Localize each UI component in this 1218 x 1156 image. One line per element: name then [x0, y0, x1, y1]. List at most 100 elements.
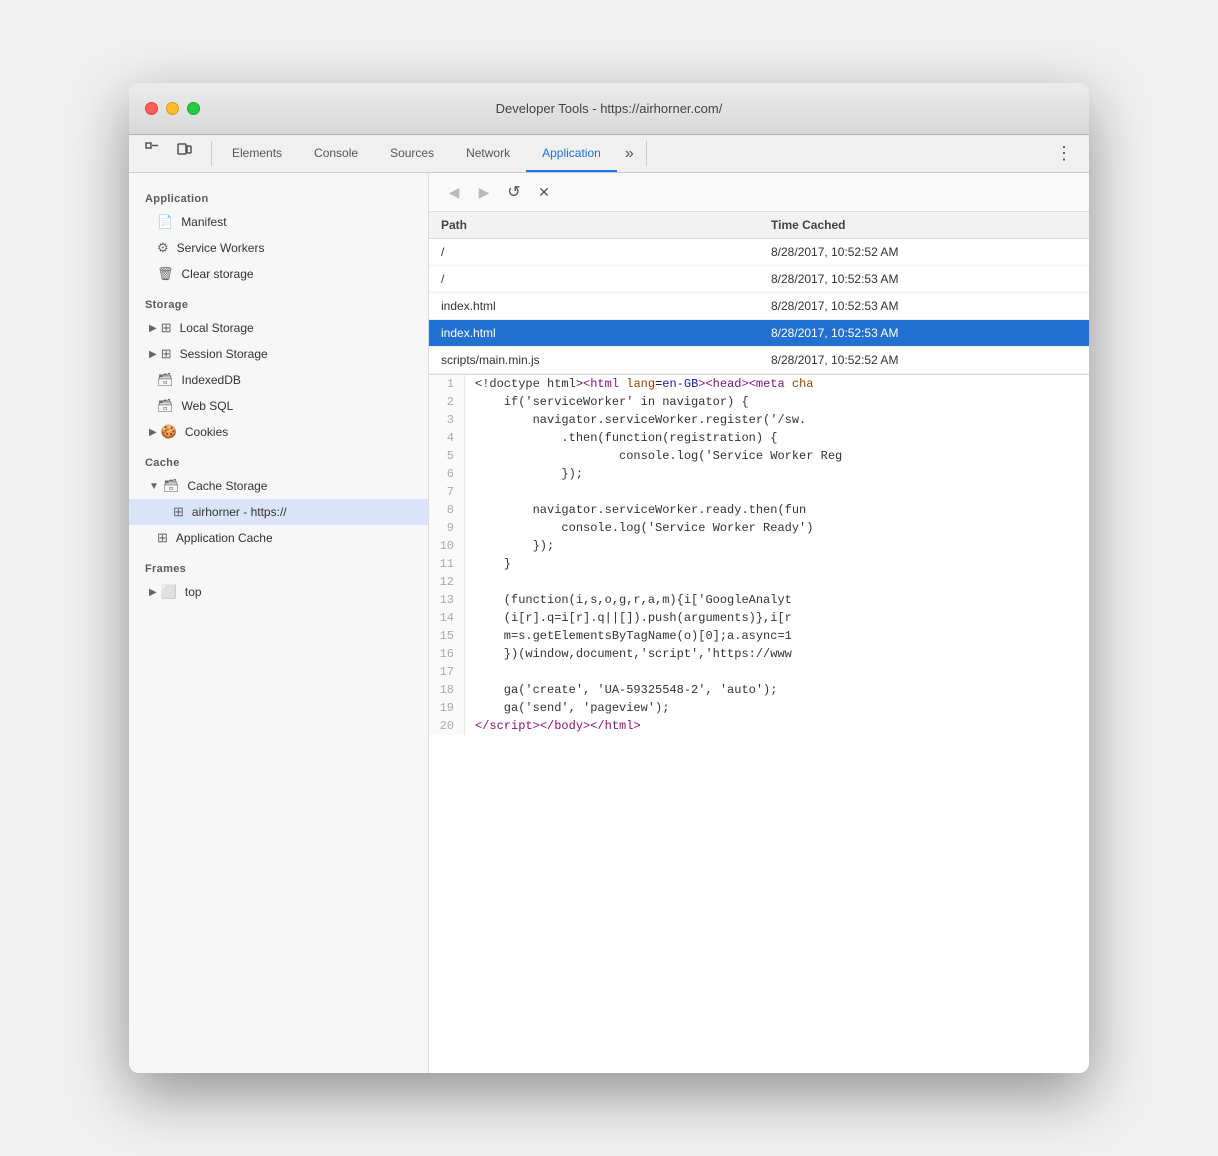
line-content: <!doctype html><html lang=en-GB><head><m…	[475, 375, 1089, 393]
tab-network[interactable]: Network	[450, 135, 526, 172]
sidebar-session-storage-label: Session Storage	[180, 347, 268, 361]
maximize-button[interactable]	[187, 102, 200, 115]
sidebar-indexeddb-label: IndexedDB	[182, 373, 241, 387]
sidebar: Application 📄 Manifest ⚙ Service Workers…	[129, 173, 429, 1073]
code-line: 11 }	[429, 555, 1089, 573]
devtools-menu-button[interactable]: ⋮	[1047, 135, 1081, 172]
refresh-button[interactable]: ↺	[501, 179, 527, 205]
path-cell: scripts/main.min.js	[429, 347, 759, 374]
line-number: 6	[429, 465, 465, 483]
sidebar-item-session-storage[interactable]: ▶ ⊞ Session Storage	[129, 341, 428, 367]
tab-elements[interactable]: Elements	[216, 135, 298, 172]
application-cache-icon: ⊞	[157, 530, 168, 546]
code-line: 19 ga('send', 'pageview');	[429, 699, 1089, 717]
frames-top-icon: ⬜	[161, 584, 177, 600]
time-cell: 8/28/2017, 10:52:53 AM	[759, 266, 1089, 293]
sidebar-frames-top-label: top	[185, 585, 202, 599]
cache-storage-arrow: ▼	[149, 481, 159, 492]
path-cell: /	[429, 239, 759, 266]
tab-console-label: Console	[314, 146, 358, 160]
line-number: 5	[429, 447, 465, 465]
time-cell: 8/28/2017, 10:52:52 AM	[759, 347, 1089, 374]
table-row[interactable]: scripts/main.min.js8/28/2017, 10:52:52 A…	[429, 347, 1089, 374]
device-toolbar-button[interactable]	[169, 135, 199, 163]
line-number: 1	[429, 375, 465, 393]
line-number: 19	[429, 699, 465, 717]
sidebar-item-service-workers[interactable]: ⚙ Service Workers	[129, 235, 428, 261]
code-line: 14 (i[r].q=i[r].q||[]).push(arguments)},…	[429, 609, 1089, 627]
line-content: </script></body></html>	[475, 717, 1089, 735]
time-cell: 8/28/2017, 10:52:52 AM	[759, 239, 1089, 266]
sidebar-item-manifest[interactable]: 📄 Manifest	[129, 209, 428, 235]
sidebar-section-storage: Storage	[129, 287, 428, 315]
traffic-lights	[145, 102, 200, 115]
code-preview: 1 <!doctype html><html lang=en-GB><head><…	[429, 375, 1089, 1073]
line-number: 17	[429, 663, 465, 681]
back-button[interactable]: ◀	[441, 179, 467, 205]
sidebar-service-workers-label: Service Workers	[177, 241, 265, 255]
code-line: 17	[429, 663, 1089, 681]
line-content: }	[475, 555, 1089, 573]
code-line: 9 console.log('Service Worker Ready')	[429, 519, 1089, 537]
line-content: ga('send', 'pageview');	[475, 699, 1089, 717]
code-line: 20 </script></body></html>	[429, 717, 1089, 735]
forward-button[interactable]: ▶	[471, 179, 497, 205]
tab-application[interactable]: Application	[526, 135, 617, 172]
code-line: 4 .then(function(registration) {	[429, 429, 1089, 447]
devtools-window: Developer Tools - https://airhorner.com/…	[129, 83, 1089, 1073]
line-content: navigator.serviceWorker.register('/sw.	[475, 411, 1089, 429]
table-row[interactable]: /8/28/2017, 10:52:52 AM	[429, 239, 1089, 266]
sidebar-item-web-sql[interactable]: 🗃 Web SQL	[129, 393, 428, 419]
line-content: ga('create', 'UA-59325548-2', 'auto');	[475, 681, 1089, 699]
manifest-icon: 📄	[157, 214, 173, 230]
sidebar-item-cookies[interactable]: ▶ 🍪 Cookies	[129, 419, 428, 445]
line-content: });	[475, 465, 1089, 483]
sidebar-local-storage-label: Local Storage	[180, 321, 254, 335]
sidebar-item-cache-storage[interactable]: ▼ 🗃 Cache Storage	[129, 473, 428, 499]
path-cell: /	[429, 266, 759, 293]
minimize-button[interactable]	[166, 102, 179, 115]
line-content: (i[r].q=i[r].q||[]).push(arguments)},i[r	[475, 609, 1089, 627]
sidebar-item-local-storage[interactable]: ▶ ⊞ Local Storage	[129, 315, 428, 341]
line-number: 12	[429, 573, 465, 591]
line-number: 3	[429, 411, 465, 429]
line-content: });	[475, 537, 1089, 555]
sidebar-section-frames: Frames	[129, 551, 428, 579]
sidebar-item-clear-storage[interactable]: 🗑 Clear storage	[129, 261, 428, 287]
sidebar-item-top[interactable]: ▶ ⬜ top	[129, 579, 428, 605]
tab-sources[interactable]: Sources	[374, 135, 450, 172]
line-number: 13	[429, 591, 465, 609]
sidebar-item-indexeddb[interactable]: 🗃 IndexedDB	[129, 367, 428, 393]
sidebar-section-cache: Cache	[129, 445, 428, 473]
line-content: (function(i,s,o,g,r,a,m){i['GoogleAnalyt	[475, 591, 1089, 609]
line-content	[475, 483, 1089, 501]
sidebar-item-airhorner[interactable]: ⊞ airhorner - https://	[129, 499, 428, 525]
line-content: .then(function(registration) {	[475, 429, 1089, 447]
line-content: console.log('Service Worker Ready')	[475, 519, 1089, 537]
sidebar-web-sql-label: Web SQL	[182, 399, 234, 413]
line-number: 4	[429, 429, 465, 447]
table-row[interactable]: index.html8/28/2017, 10:52:53 AM	[429, 320, 1089, 347]
line-content: })(window,document,'script','https://www	[475, 645, 1089, 663]
close-button[interactable]	[145, 102, 158, 115]
more-tabs-button[interactable]: »	[617, 135, 642, 172]
line-number: 10	[429, 537, 465, 555]
line-number: 16	[429, 645, 465, 663]
table-row[interactable]: /8/28/2017, 10:52:53 AM	[429, 266, 1089, 293]
content-area: ◀ ▶ ↺ ✕ Path Time Cached /8/28/2017, 10:…	[429, 173, 1089, 1073]
table-row[interactable]: index.html8/28/2017, 10:52:53 AM	[429, 293, 1089, 320]
tab-application-label: Application	[542, 146, 601, 160]
tab-console[interactable]: Console	[298, 135, 374, 172]
code-line: 10 });	[429, 537, 1089, 555]
tab-bar: Elements Console Sources Network Applica…	[129, 135, 1089, 173]
inspect-element-button[interactable]	[137, 135, 167, 163]
clear-button[interactable]: ✕	[531, 179, 557, 205]
sidebar-item-application-cache[interactable]: ⊞ Application Cache	[129, 525, 428, 551]
indexeddb-icon: 🗃	[157, 372, 174, 388]
line-number: 20	[429, 717, 465, 735]
code-line: 8 navigator.serviceWorker.ready.then(fun	[429, 501, 1089, 519]
line-content: navigator.serviceWorker.ready.then(fun	[475, 501, 1089, 519]
code-line: 16 })(window,document,'script','https://…	[429, 645, 1089, 663]
code-line: 1 <!doctype html><html lang=en-GB><head><…	[429, 375, 1089, 393]
titlebar: Developer Tools - https://airhorner.com/	[129, 83, 1089, 135]
